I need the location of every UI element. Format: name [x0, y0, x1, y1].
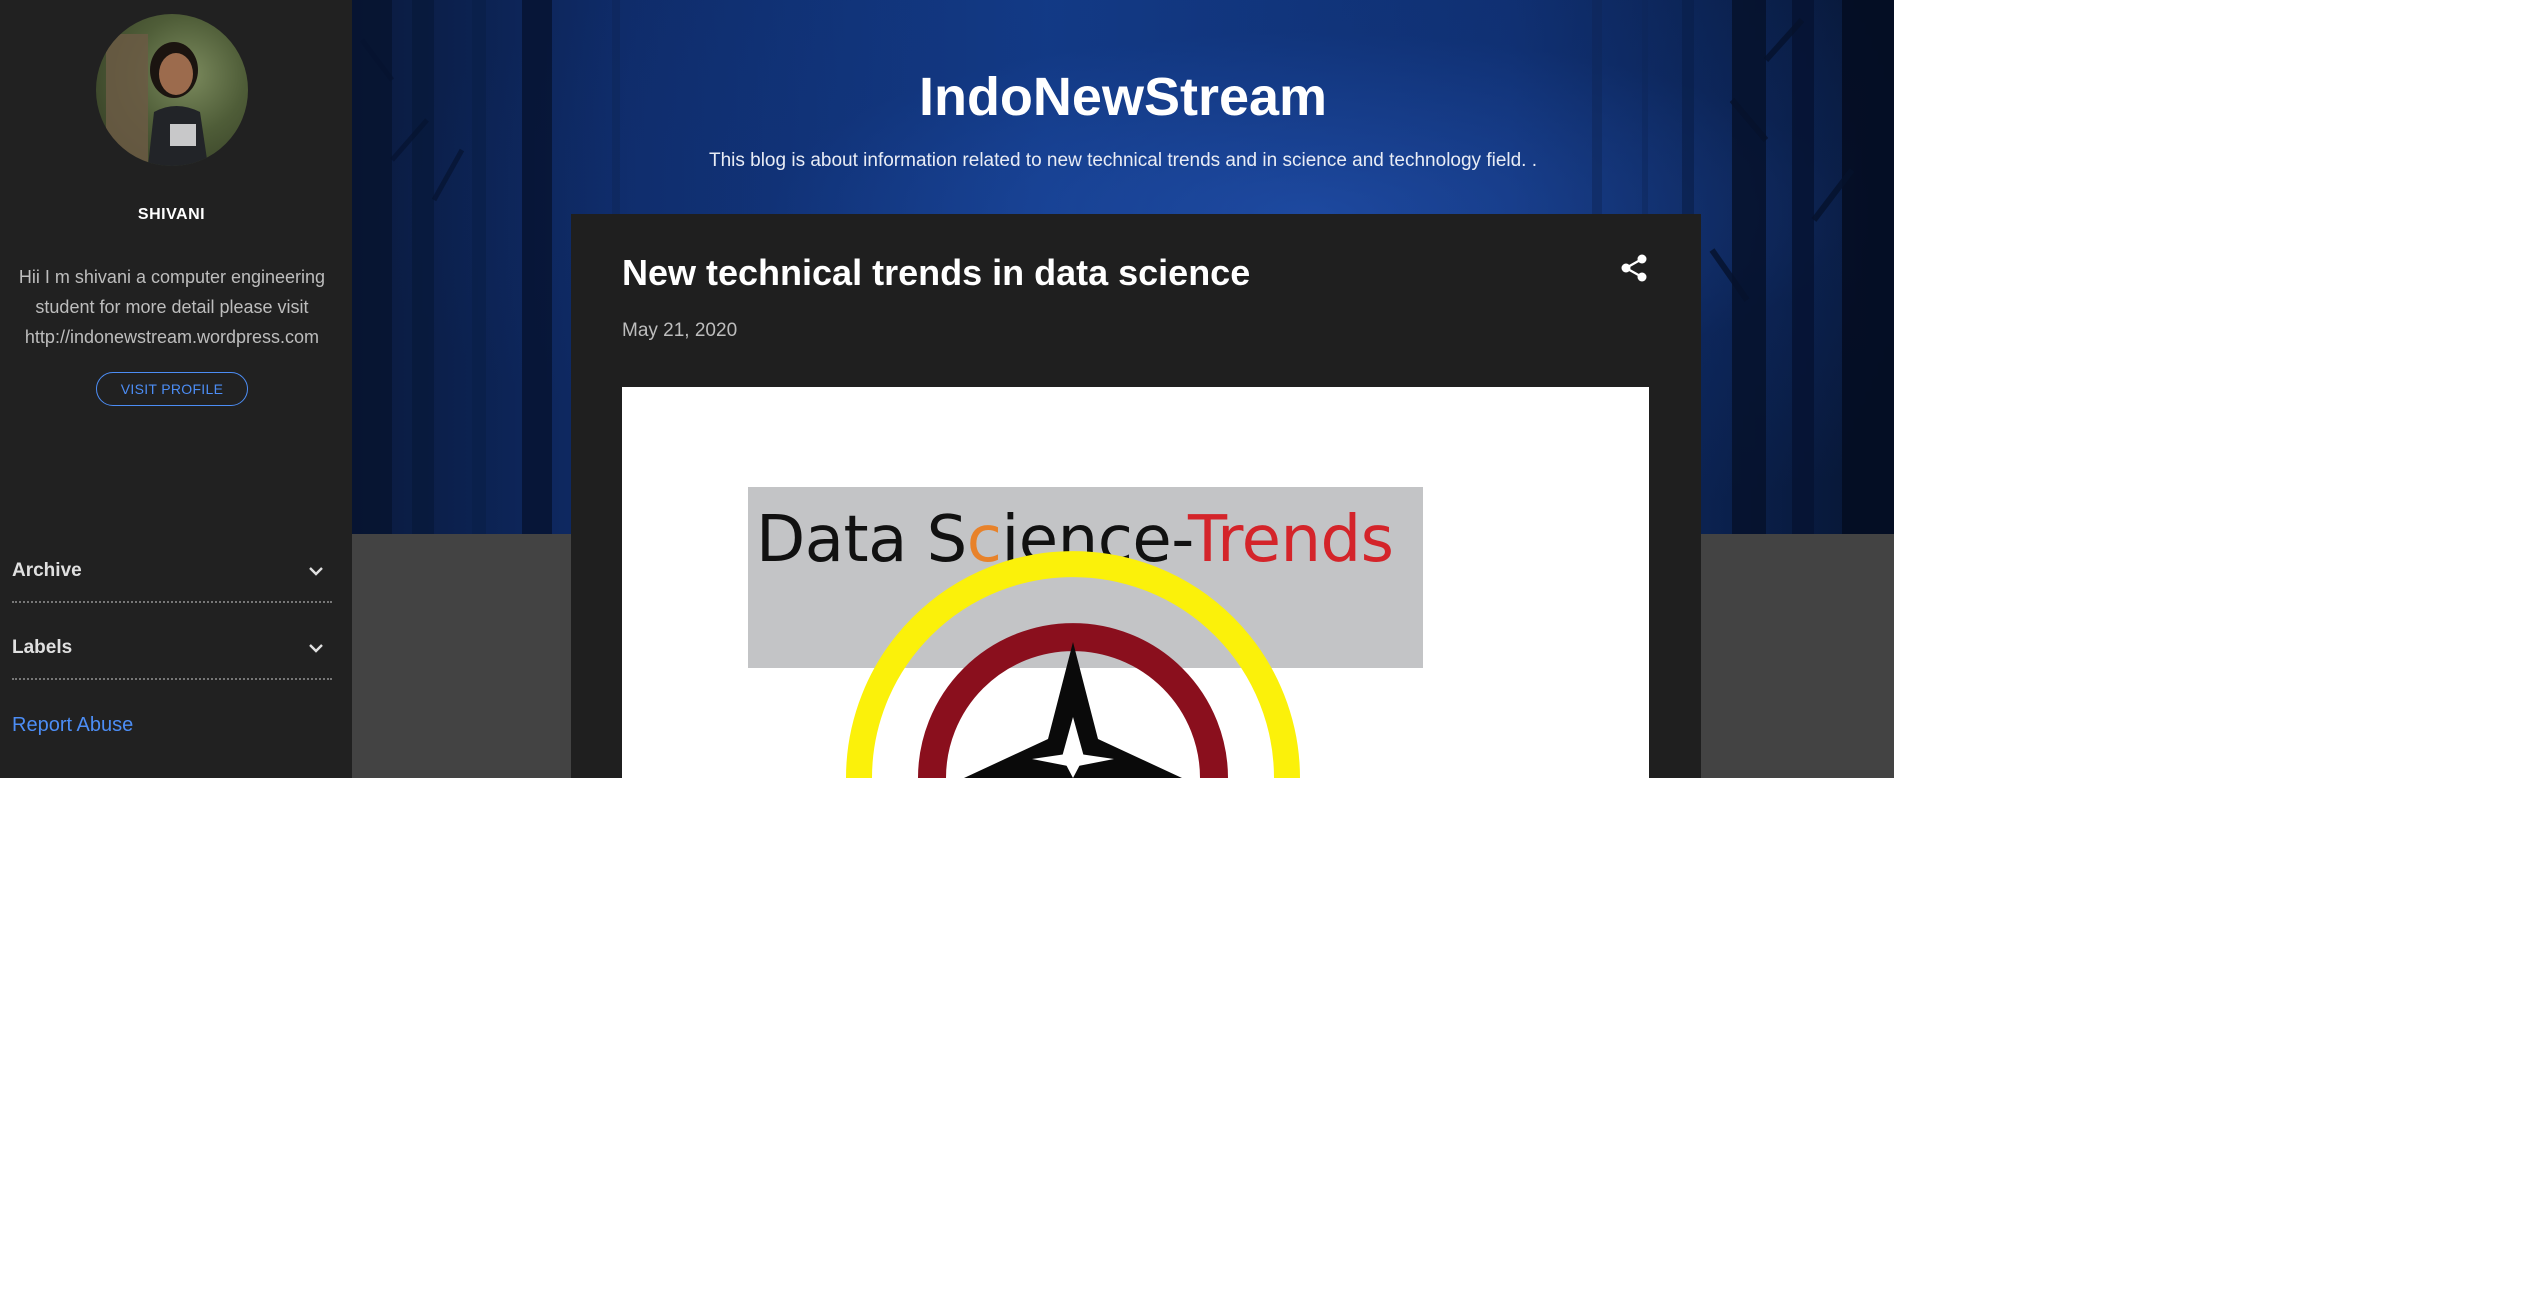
blog-title[interactable]: IndoNewStream [352, 66, 1894, 128]
labels-label: Labels [12, 637, 73, 658]
visit-profile-button[interactable]: VISIT PROFILE [96, 372, 248, 406]
post-card: New technical trends in data science May… [571, 214, 1701, 778]
sidebar: SHIVANI Hii I m shivani a computer engin… [0, 0, 352, 778]
profile-about: Hii I m shivani a computer engineering s… [18, 267, 326, 347]
report-abuse-link[interactable]: Report Abuse [12, 714, 133, 737]
blog-page: IndoNewStream This blog is about informa… [0, 0, 1894, 778]
chevron-down-icon[interactable] [306, 561, 326, 581]
compass-emblem [846, 551, 1300, 778]
avatar[interactable] [96, 14, 248, 166]
post-image[interactable]: Data Science-Trends [622, 387, 1649, 778]
blog-description: This blog is about information related t… [708, 150, 1538, 171]
archive-widget[interactable]: Archive [12, 541, 332, 603]
archive-label: Archive [12, 560, 82, 581]
labels-widget[interactable]: Labels [12, 618, 332, 680]
avatar-photo [106, 34, 208, 166]
profile-name: SHIVANI [137, 206, 206, 223]
chevron-down-icon[interactable] [306, 638, 326, 658]
post-title[interactable]: New technical trends in data science [622, 252, 1250, 294]
post-date[interactable]: May 21, 2020 [622, 320, 737, 342]
share-icon[interactable] [1618, 252, 1650, 284]
